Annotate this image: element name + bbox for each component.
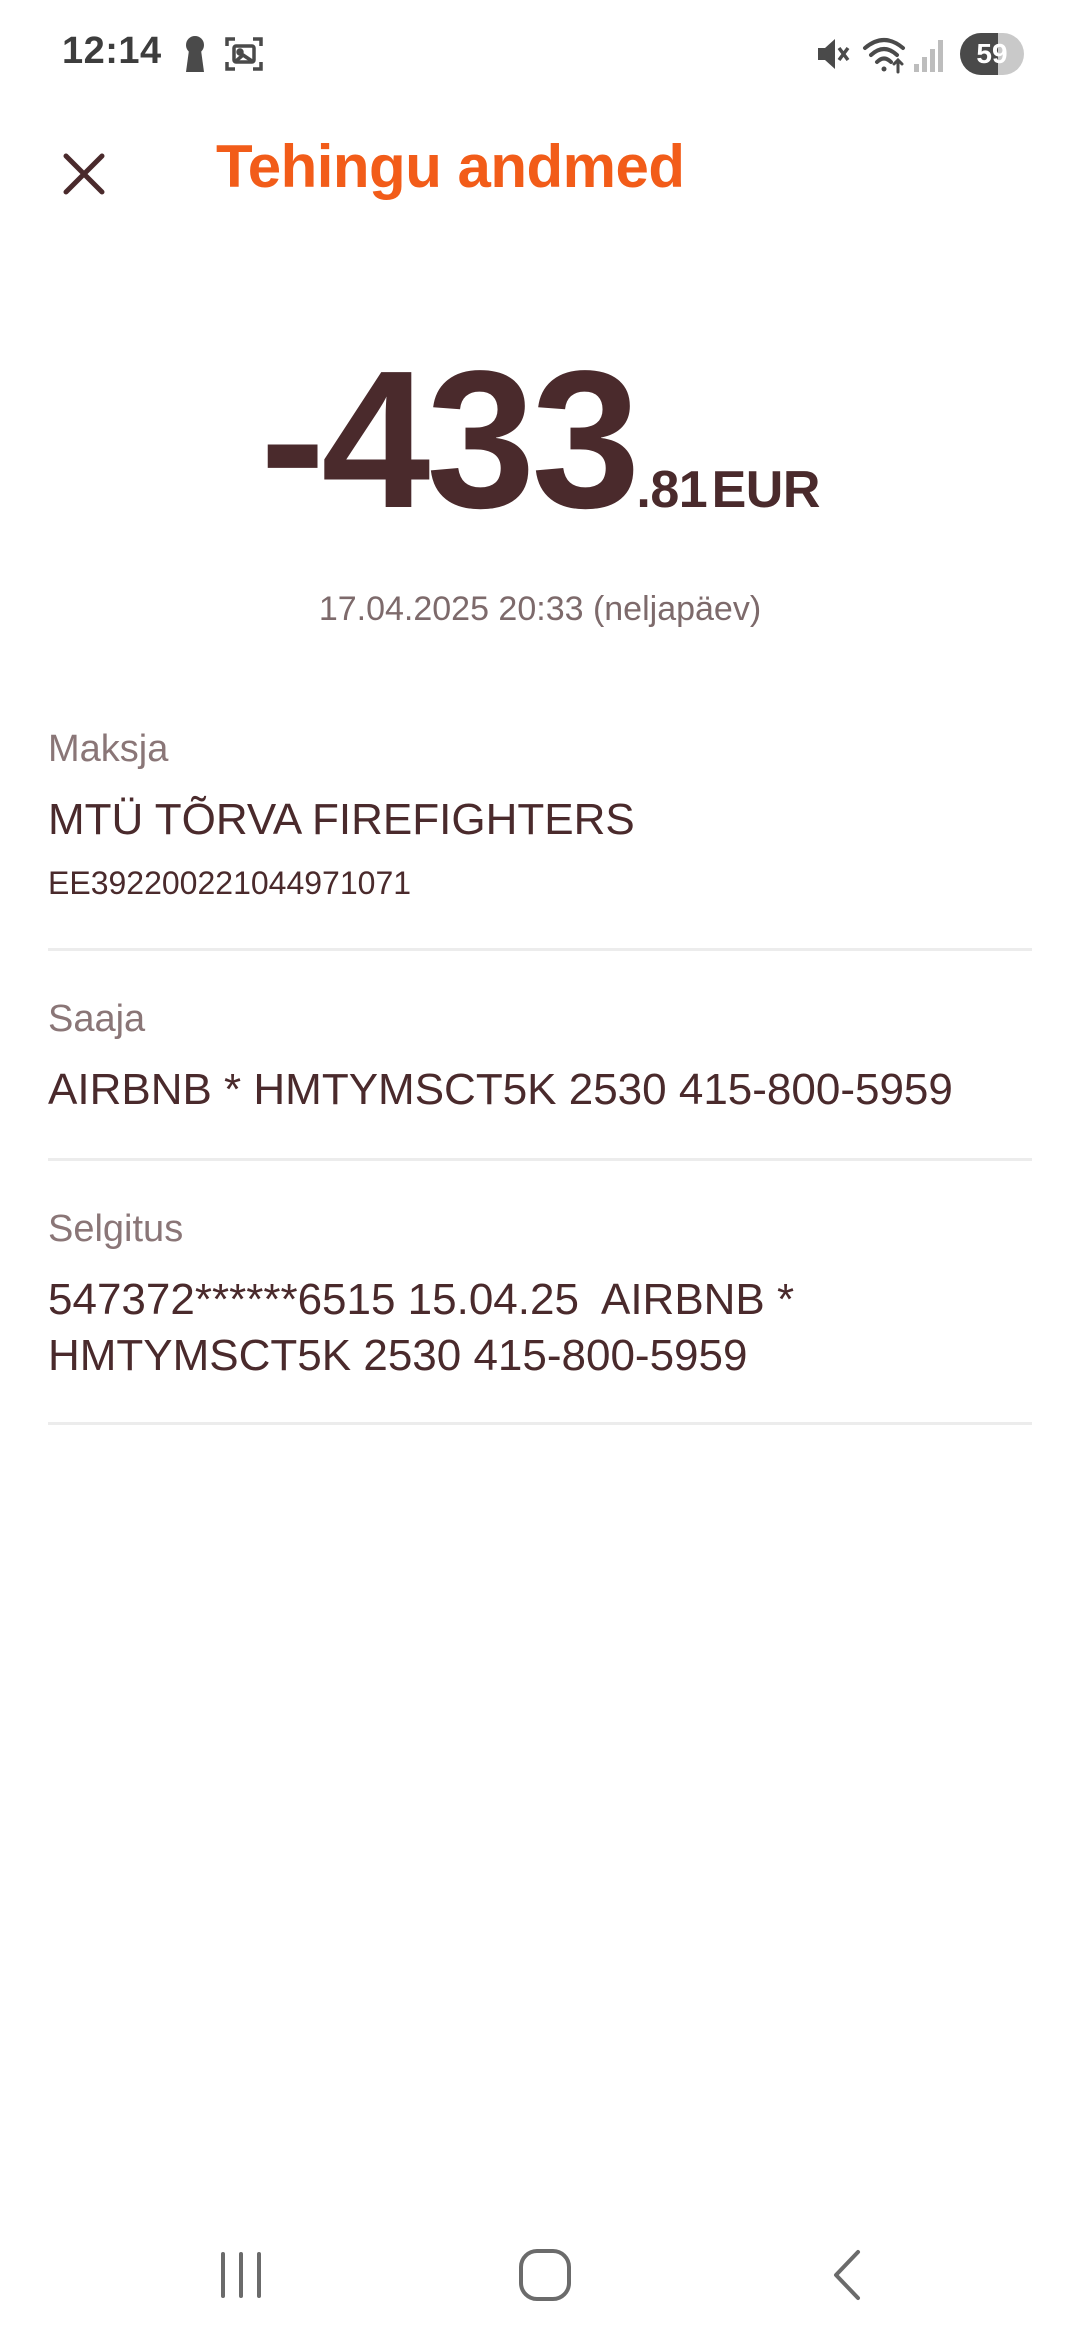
navigation-bar (0, 2220, 1080, 2320)
amount-currency: EUR (711, 461, 821, 519)
payer-iban: EE392200221044971071 (48, 865, 412, 901)
back-icon (834, 2250, 860, 2300)
recipient-name: AIRBNB * HMTYMSCT5K 2530 415-800-5959 (48, 1065, 953, 1114)
transaction-date: 17.04.2025 20:33 (neljapäev) (318, 590, 762, 628)
description-line-2: HMTYMSCT5K 2530 415-800-5959 (48, 1331, 748, 1380)
description-label: Selgitus (48, 1208, 184, 1250)
battery-level: 59 (976, 38, 1008, 69)
back-button[interactable] (804, 2240, 894, 2310)
mute-icon (815, 34, 851, 79)
keyhole-icon (182, 34, 208, 79)
amount-decimal: .81 (636, 461, 708, 519)
payer-label: Maksja (48, 728, 169, 770)
close-button[interactable] (48, 138, 120, 210)
status-time: 12:14 (62, 30, 162, 72)
close-icon (63, 153, 105, 195)
amount-integer: -433 (260, 330, 640, 549)
transaction-details-screen: 12:14 59 Tehingu andmed -433.81 EUR 17.0… (0, 0, 1080, 2340)
screenshot-icon (224, 34, 264, 79)
recent-apps-button[interactable] (196, 2240, 286, 2310)
description-section: Selgitus 547372******6515 15.04.25 AIRBN… (48, 1200, 1032, 1425)
home-button[interactable] (500, 2240, 590, 2310)
recipient-label: Saaja (48, 998, 146, 1040)
transaction-amount: -433.81 EUR (0, 340, 1080, 540)
recent-apps-icon (221, 2252, 261, 2298)
signal-icon (912, 34, 946, 79)
page-title: Tehingu andmed (216, 133, 685, 200)
home-icon (519, 2249, 571, 2301)
battery-icon: 59 (960, 33, 1024, 75)
payer-name: MTÜ TÕRVA FIREFIGHTERS (48, 795, 635, 844)
recipient-section: Saaja AIRBNB * HMTYMSCT5K 2530 415-800-5… (48, 990, 1032, 1161)
wifi-icon (862, 34, 906, 79)
description-line-1: 547372******6515 15.04.25 AIRBNB * (48, 1275, 795, 1324)
payer-section: Maksja MTÜ TÕRVA FIREFIGHTERS EE39220022… (48, 720, 1032, 951)
status-bar: 12:14 59 (0, 0, 1080, 110)
